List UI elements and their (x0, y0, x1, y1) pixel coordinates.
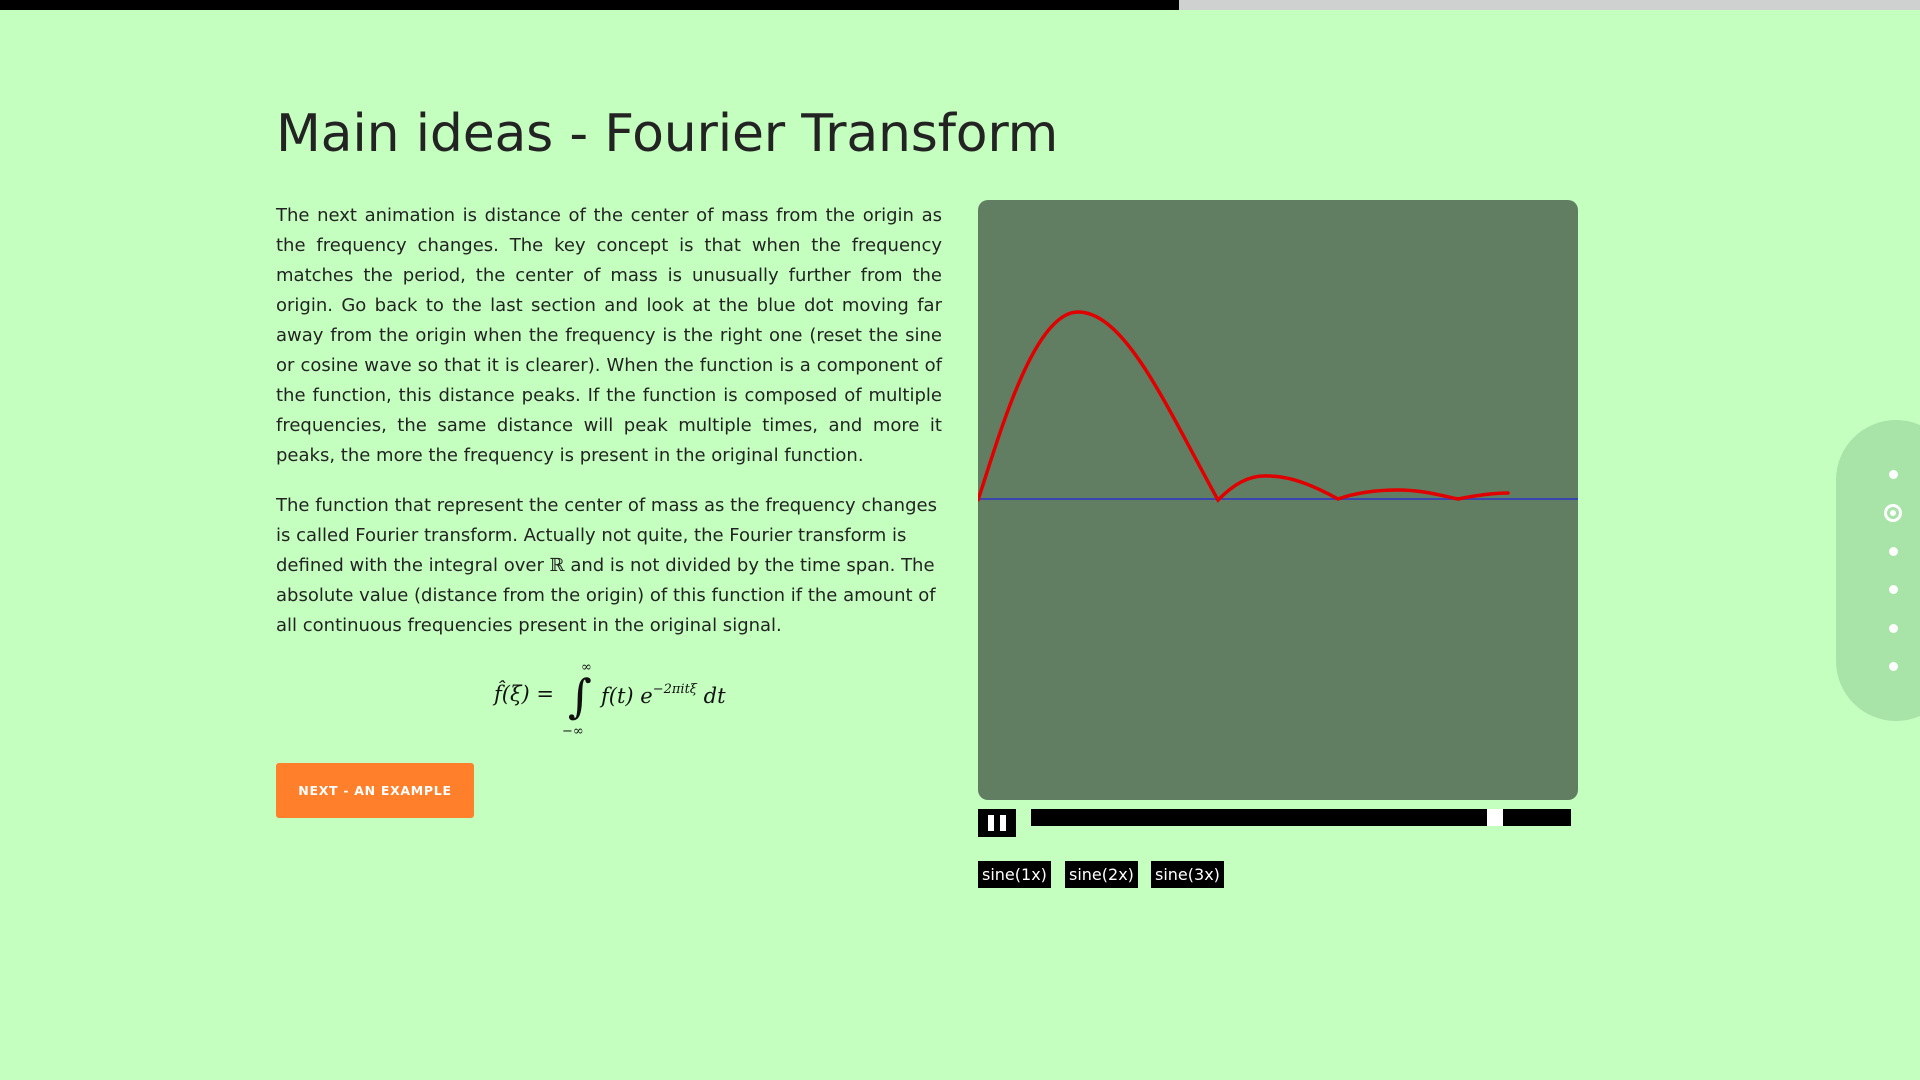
intro-paragraph: The next animation is distance of the ce… (276, 205, 942, 466)
progress-fill (0, 0, 1179, 10)
next-example-button[interactable]: NEXT - AN EXAMPLE (276, 763, 474, 818)
formula-exponent: −2πitξ (652, 682, 697, 697)
slide-nav-dot[interactable] (1889, 662, 1898, 671)
timeline-slider[interactable] (1031, 809, 1571, 826)
slide-nav-dot[interactable] (1889, 469, 1898, 479)
integral-sign: ∫ (568, 669, 592, 723)
formula-lhs: f̂(ξ) = (494, 682, 554, 706)
real-numbers-symbol: ℝ (549, 555, 565, 576)
page-title: Main ideas - Fourier Transform (276, 104, 1059, 164)
slide-nav-dot[interactable] (1889, 546, 1898, 556)
formula-differential: dt (703, 684, 726, 708)
formula-lower-limit: −∞ (562, 724, 584, 739)
pause-icon-bar (988, 815, 994, 831)
fourier-formula: f̂(ξ) = ∞ ∫ −∞ f(t) e−2πitξ dt (494, 660, 734, 744)
timeline-slider-thumb[interactable] (1486, 809, 1503, 826)
pause-icon-bar (1000, 815, 1006, 831)
animation-canvas (978, 200, 1578, 800)
slide-nav-dot[interactable] (1889, 585, 1898, 594)
sine-3x-button[interactable]: sine(3x) (1151, 861, 1224, 888)
formula-integrand: f(t) e (601, 684, 653, 708)
slide-nav-dot-active[interactable] (1884, 503, 1902, 522)
progress-bar (0, 0, 1920, 10)
formula-rhs: f(t) e−2πitξ dt (601, 682, 726, 708)
slide-navigation (1836, 420, 1920, 721)
sine-2x-button[interactable]: sine(2x) (1065, 861, 1138, 888)
sine-1x-button[interactable]: sine(1x) (978, 861, 1051, 888)
pause-button[interactable] (978, 809, 1016, 837)
fourier-definition-paragraph: The function that represent the center o… (276, 491, 942, 641)
fourier-magnitude-curve (978, 310, 1510, 503)
slide-nav-dot[interactable] (1889, 623, 1898, 633)
animation-svg (978, 310, 1578, 503)
